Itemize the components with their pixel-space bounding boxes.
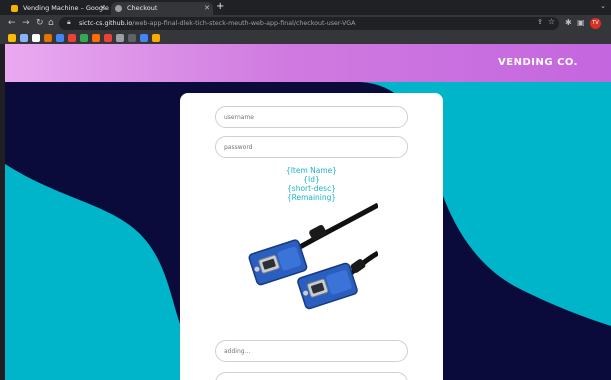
bookmarks-bar (0, 32, 611, 44)
new-tab-plus-icon[interactable]: + (216, 1, 224, 12)
browser-chrome: Vending Machine – Google Slid ✕ Checkout… (0, 0, 611, 44)
bookmark-favicon-icon[interactable] (92, 34, 100, 42)
share-icon[interactable]: ⇪ (537, 18, 543, 26)
bookmark-favicon-icon[interactable] (44, 34, 52, 42)
username-input[interactable] (215, 106, 408, 128)
vga-cable-icon (248, 203, 378, 310)
close-icon[interactable]: ✕ (204, 2, 210, 15)
item-name: {Item Name} (285, 166, 338, 175)
tab-strip: Vending Machine – Google Slid ✕ Checkout… (0, 0, 611, 15)
url-host: sictc-cs.github.io (79, 20, 133, 27)
forward-arrow-icon[interactable]: → (22, 18, 30, 28)
slides-favicon-icon (11, 5, 18, 12)
bookmark-favicon-icon[interactable] (152, 34, 160, 42)
tab-vending-machine-slides[interactable]: Vending Machine – Google Slid ✕ (7, 2, 109, 15)
password-input[interactable] (215, 136, 408, 158)
site-header: VENDING CO. (5, 44, 611, 82)
address-bar[interactable]: 🔒︎ sictc-cs.github.io/web-app-final-dlek… (59, 17, 559, 30)
tab-search-chevron-icon[interactable]: ⌄ (600, 2, 606, 10)
bottom-input[interactable] (215, 372, 408, 380)
tab-checkout[interactable]: Checkout ✕ (111, 2, 213, 15)
url-text: sictc-cs.github.io/web-app-final-dlek-ti… (79, 17, 355, 30)
globe-favicon-icon (115, 5, 122, 12)
bookmark-favicon-icon[interactable] (8, 34, 16, 42)
item-short-desc: {short-desc} (287, 184, 336, 193)
reload-icon[interactable]: ↻ (36, 18, 44, 28)
page-viewport: VENDING CO. {Item Name} {Id} {short-desc… (0, 44, 611, 380)
side-panel-icon[interactable]: ▣ (577, 18, 585, 27)
bookmark-favicon-icon[interactable] (140, 34, 148, 42)
home-icon[interactable]: ⌂ (48, 18, 54, 28)
item-id: {Id} (303, 175, 320, 184)
brand-logo[interactable]: VENDING CO. (498, 57, 578, 68)
bookmark-favicon-icon[interactable] (68, 34, 76, 42)
browser-toolbar: ← → ↻ ⌂ 🔒︎ sictc-cs.github.io/web-app-fi… (0, 15, 611, 32)
bookmark-star-icon[interactable]: ☆ (548, 17, 555, 26)
profile-avatar[interactable]: TV (590, 18, 601, 29)
tab-title: Checkout (127, 4, 158, 12)
bookmark-favicon-icon[interactable] (128, 34, 136, 42)
tab-title: Vending Machine – Google Slid (23, 4, 109, 12)
bookmark-favicon-icon[interactable] (32, 34, 40, 42)
bookmark-favicon-icon[interactable] (104, 34, 112, 42)
adding-input[interactable] (215, 340, 408, 362)
close-icon[interactable]: ✕ (100, 2, 106, 15)
left-teal-wave (5, 164, 180, 380)
checkout-card: {Item Name} {Id} {short-desc} {Remaining… (180, 93, 443, 380)
extensions-puzzle-icon[interactable]: ✱ (565, 18, 572, 27)
bookmark-favicon-icon[interactable] (56, 34, 64, 42)
item-remaining: {Remaining} (286, 193, 337, 202)
bookmark-favicon-icon[interactable] (80, 34, 88, 42)
url-path: /web-app-final-dlek-tich-steck-meuth-web… (132, 20, 356, 27)
bookmark-favicon-icon[interactable] (20, 34, 28, 42)
bookmark-favicon-icon[interactable] (116, 34, 124, 42)
lock-icon: 🔒︎ (67, 18, 71, 26)
back-arrow-icon[interactable]: ← (8, 18, 16, 28)
